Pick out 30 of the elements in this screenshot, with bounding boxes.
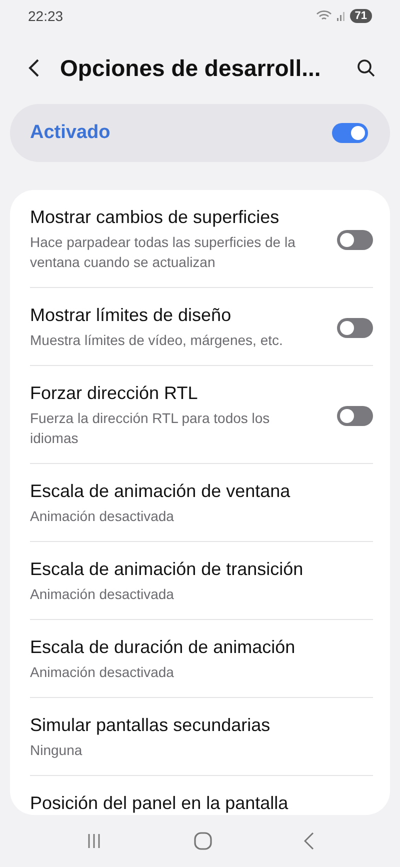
setting-subtitle: Fuerza la dirección RTL para todos los idiomas (30, 409, 271, 448)
setting-subtitle: Animación desactivada (30, 507, 175, 526)
master-switch-label: Activado (30, 122, 110, 144)
setting-switch[interactable] (337, 406, 373, 426)
setting-title[interactable]: Mostrar límites de diseño (30, 305, 311, 326)
back-icon (304, 832, 314, 850)
setting-title[interactable]: Escala de animación de ventana (30, 481, 373, 502)
battery-level: 71 (350, 9, 372, 23)
status-time: 22:23 (28, 8, 64, 24)
setting-title[interactable]: Posición del panel en la pantalla (30, 793, 373, 814)
search-icon (356, 58, 376, 78)
wifi-icon (316, 10, 332, 22)
setting-title[interactable]: Simular pantallas secundarias (30, 715, 373, 736)
setting-title[interactable]: Mostrar cambios de superficies (30, 207, 311, 228)
recent-apps-icon (86, 833, 102, 849)
master-switch[interactable] (332, 123, 368, 143)
setting-title[interactable]: Forzar dirección RTL (30, 383, 311, 404)
setting-switch[interactable] (337, 230, 373, 250)
setting-subtitle: Ninguna (30, 741, 84, 760)
setting-subtitle: Hace parpadear todas las superficies de la ventana cuando se actualizan (30, 233, 296, 272)
page-title: Opciones de desarroll... (60, 54, 322, 82)
signal-icon (336, 10, 346, 22)
setting-switch[interactable] (337, 318, 373, 338)
home-icon (194, 832, 212, 850)
setting-subtitle: Animación desactivada (30, 585, 175, 604)
setting-title[interactable]: Escala de duración de animación (30, 637, 373, 658)
setting-subtitle: Animación desactivada (30, 663, 175, 682)
setting-subtitle: Muestra límites de vídeo, márgenes, etc. (30, 331, 284, 350)
setting-title[interactable]: Escala de animación de transición (30, 559, 373, 580)
back-icon (28, 58, 40, 78)
